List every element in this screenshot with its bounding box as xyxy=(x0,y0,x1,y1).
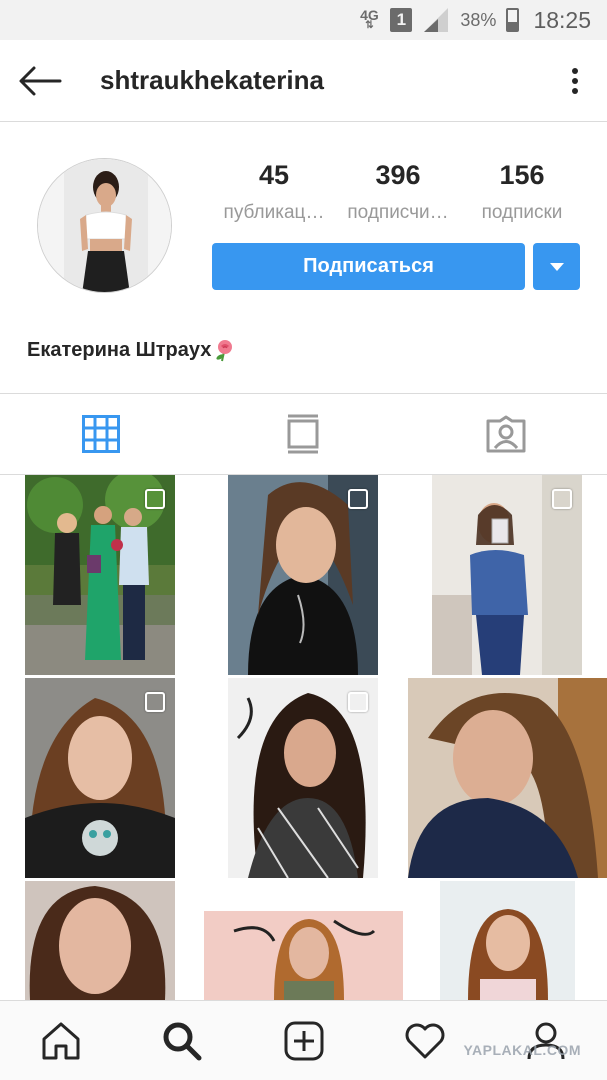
stat-followers[interactable]: 396 подписчи… xyxy=(336,160,460,224)
nav-add-post[interactable] xyxy=(243,1021,364,1061)
sim-slot-badge: 1 xyxy=(390,8,413,32)
post-thumbnail[interactable] xyxy=(228,475,378,675)
stat-label: подписчи… xyxy=(347,202,449,223)
more-vertical-icon[interactable] xyxy=(571,67,579,95)
avatar-image xyxy=(38,159,171,292)
profile-avatar[interactable] xyxy=(37,158,172,293)
post-thumbnail[interactable] xyxy=(228,678,378,878)
clock: 18:25 xyxy=(533,6,591,33)
post-image xyxy=(408,678,607,878)
multiple-posts-icon xyxy=(552,489,572,509)
nav-search[interactable] xyxy=(121,1021,242,1061)
stat-posts[interactable]: 45 публикац… xyxy=(212,160,336,224)
multiple-posts-icon xyxy=(145,489,165,509)
post-image xyxy=(408,881,607,1000)
full-name-text: Екатерина Штраух xyxy=(27,338,212,361)
stat-value: 45 xyxy=(258,160,290,190)
tab-grid[interactable] xyxy=(0,394,202,474)
home-icon xyxy=(42,1022,80,1059)
post-image xyxy=(0,881,199,1000)
post-thumbnail[interactable] xyxy=(25,475,175,675)
multiple-posts-icon xyxy=(348,489,368,509)
post-image xyxy=(204,881,403,1000)
follow-button[interactable]: Подписаться xyxy=(212,243,525,290)
battery-icon xyxy=(506,8,520,32)
stat-label: публикац… xyxy=(223,202,325,223)
stat-label: подписки xyxy=(481,202,563,223)
profile-full-name: Екатерина Штраух xyxy=(27,338,237,362)
stat-value: 396 xyxy=(375,160,421,190)
stat-following[interactable]: 156 подписки xyxy=(460,160,584,224)
post-thumbnail[interactable] xyxy=(408,881,607,1000)
bottom-navigation xyxy=(0,1000,607,1080)
post-thumbnail[interactable] xyxy=(204,881,403,1000)
post-thumbnail[interactable] xyxy=(25,678,175,878)
caret-down-icon xyxy=(549,262,564,271)
posts-grid xyxy=(0,475,607,1000)
stat-value: 156 xyxy=(499,160,545,190)
post-thumbnail[interactable] xyxy=(432,475,582,675)
status-bar: 4G ⇅ 1 38% 18:25 xyxy=(0,0,607,40)
arrow-left-icon[interactable] xyxy=(18,65,62,97)
tagged-icon xyxy=(486,415,526,453)
signal-icon xyxy=(424,8,449,32)
tab-feed[interactable] xyxy=(202,394,404,474)
network-indicator: 4G ⇅ xyxy=(358,8,380,31)
feed-icon xyxy=(287,414,319,454)
multiple-posts-icon xyxy=(145,692,165,712)
grid-icon xyxy=(82,415,121,453)
watermark: YAPLAKAL.COM xyxy=(463,1042,581,1058)
heart-icon xyxy=(405,1023,445,1058)
profile-stats: 45 публикац… 396 подписчи… 156 подписки xyxy=(212,160,584,224)
add-post-icon xyxy=(284,1021,324,1060)
tab-tagged[interactable] xyxy=(405,394,607,474)
post-thumbnail[interactable] xyxy=(0,881,199,1000)
profile-tabs xyxy=(0,393,607,475)
suggestions-dropdown-button[interactable] xyxy=(533,243,580,290)
rose-emoji-icon xyxy=(216,340,233,362)
post-thumbnail[interactable] xyxy=(408,678,607,878)
battery-percent: 38% xyxy=(460,9,497,30)
nav-home[interactable] xyxy=(0,1021,121,1061)
multiple-posts-icon xyxy=(348,692,368,712)
search-icon xyxy=(163,1022,202,1060)
profile-username: shtraukhekaterina xyxy=(100,65,324,95)
profile-header: shtraukhekaterina xyxy=(0,40,607,122)
